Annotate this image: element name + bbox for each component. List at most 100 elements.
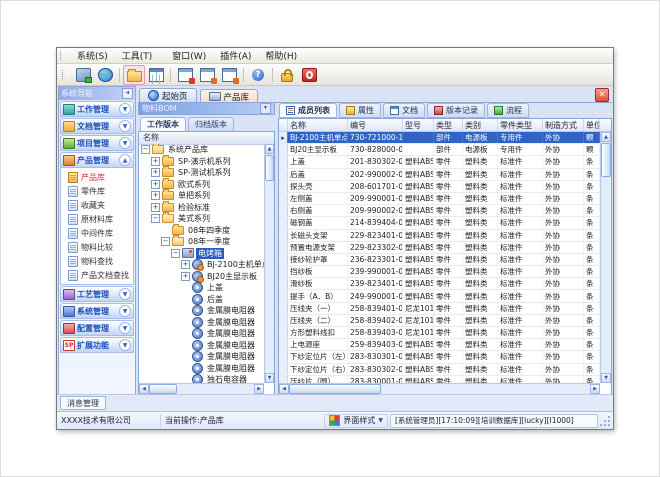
collapse-icon[interactable]: −: [171, 249, 180, 258]
sidebar-item-6[interactable]: 物料查找: [61, 254, 133, 268]
table-row[interactable]: 下纱定位片（左）283-830301-00I塑料ABS零件塑料类标准件外协条: [279, 351, 600, 363]
tree-node-1[interactable]: +SP-演示机系列: [139, 156, 264, 168]
column-header-7[interactable]: 单位: [584, 119, 600, 131]
expand-icon[interactable]: +: [181, 272, 190, 281]
toolbar-button-computer-icon[interactable]: [72, 65, 94, 85]
table-row[interactable]: BJ20主显示板730-828000-04I部件电源板专用件外协颗: [279, 144, 600, 156]
member-tab-4[interactable]: 流程: [487, 103, 529, 118]
toolbar-button-win-close-icon[interactable]: [174, 65, 196, 85]
sidebar-item-0[interactable]: 产品库: [61, 170, 133, 184]
tree-node-16[interactable]: 金属膜电阻器: [139, 328, 264, 340]
toolbar-button-win-tile-icon[interactable]: [218, 65, 240, 85]
sidebar-item-3[interactable]: 原材料库: [61, 212, 133, 226]
expand-icon[interactable]: +: [151, 168, 160, 177]
table-row[interactable]: 提手（A．B）249-990001-01I塑料ABS零件塑料类标准件外协条: [279, 290, 600, 302]
column-header-2[interactable]: 型号: [403, 119, 434, 131]
close-tab-button[interactable]: ✕: [595, 88, 609, 102]
table-row[interactable]: 压线夹（一）258-839401-00I尼龙1010零件塑料类标准件外协条: [279, 303, 600, 315]
chevron-down-icon[interactable]: ▼: [119, 103, 131, 115]
sidebar-section-header-0[interactable]: 工作管理▼: [60, 101, 134, 117]
tree-node-13[interactable]: 后盖: [139, 294, 264, 306]
toolbar-button-power-icon[interactable]: [298, 65, 320, 85]
table-row[interactable]: 压线夹（二）258-839402-00I尼龙1010零件塑料类标准件外协条: [279, 315, 600, 327]
collapse-icon[interactable]: −: [151, 214, 160, 223]
tree-node-14[interactable]: 金属膜电阻器: [139, 305, 264, 317]
bom-panel-options-icon[interactable]: ▾: [260, 103, 271, 114]
table-horizontal-scrollbar[interactable]: ◀ ▶: [279, 383, 600, 394]
tree-node-8[interactable]: −08年一季度: [139, 236, 264, 248]
expand-icon[interactable]: +: [151, 157, 160, 166]
tree-vertical-scrollbar[interactable]: ▲ ▼: [264, 144, 274, 383]
collapse-icon[interactable]: −: [161, 237, 170, 246]
scroll-left-icon[interactable]: ◀: [139, 384, 149, 394]
table-row[interactable]: 上盖201-830302-00I塑料ABS零件塑料类标准件外协条: [279, 156, 600, 168]
table-row[interactable]: 探头壳208-601701-01I塑料ABS零件塑料类标准件外协条: [279, 181, 600, 193]
sidebar-section-header-4[interactable]: 工艺管理▼: [60, 286, 134, 302]
chevron-down-icon[interactable]: ▼: [119, 288, 131, 300]
message-tab[interactable]: 消息管理: [60, 396, 106, 410]
sidebar-item-2[interactable]: 收藏夹: [61, 198, 133, 212]
chevron-up-icon[interactable]: ▲: [119, 154, 131, 166]
column-header-5[interactable]: 零件类型: [498, 119, 543, 131]
member-tab-3[interactable]: 版本记录: [427, 103, 485, 118]
tree-node-2[interactable]: +SP-测试机系列: [139, 167, 264, 179]
scroll-right-icon[interactable]: ▶: [590, 384, 600, 394]
member-tab-0[interactable]: 成员列表: [279, 103, 337, 118]
chevron-down-icon[interactable]: ▼: [119, 120, 131, 132]
table-row[interactable]: 方形塑料线扣258-839403-00I尼龙1010零件塑料类标准件外协条: [279, 327, 600, 339]
table-row[interactable]: 滑纱板239-823401-00I塑料ABS零件塑料类标准件外协条: [279, 278, 600, 290]
sidebar-section-header-1[interactable]: 文档管理▼: [60, 118, 134, 134]
version-tab-0[interactable]: 工作版本: [140, 117, 186, 131]
tree-node-10[interactable]: +BJ-2100主机单点: [139, 259, 264, 271]
collapse-icon[interactable]: −: [141, 145, 150, 154]
expand-icon[interactable]: +: [181, 260, 190, 269]
menu-item-0[interactable]: 系统(S): [70, 51, 115, 63]
tree-node-18[interactable]: 金属膜电阻器: [139, 351, 264, 363]
sidebar-item-1[interactable]: 零件库: [61, 184, 133, 198]
table-row[interactable]: 压纱片（圆）283-830001-00I塑料ABS零件塑料类标准件外协条: [279, 376, 600, 383]
expand-icon[interactable]: +: [151, 203, 160, 212]
chevron-down-icon[interactable]: ▼: [119, 322, 131, 334]
tree-node-3[interactable]: +欧式系列: [139, 179, 264, 191]
sidebar-pin-icon[interactable]: ◂: [122, 88, 133, 99]
column-header-1[interactable]: 编号: [348, 119, 403, 131]
tree-node-9[interactable]: −电烤箱: [139, 248, 264, 260]
sidebar-item-4[interactable]: 中间件库: [61, 226, 133, 240]
column-header-4[interactable]: 类别: [463, 119, 498, 131]
chevron-down-icon[interactable]: ▼: [119, 305, 131, 317]
column-header-3[interactable]: 类型: [434, 119, 463, 131]
chevron-down-icon[interactable]: ▼: [119, 137, 131, 149]
table-vertical-scrollbar[interactable]: ▲ ▼: [600, 132, 611, 383]
menu-item-4[interactable]: 插件(A): [213, 51, 258, 63]
scroll-right-icon[interactable]: ▶: [254, 384, 264, 394]
table-row[interactable]: 接纱轮护罩236-823301-00I塑料ABS零件塑料类标准件外协条: [279, 254, 600, 266]
tree-node-15[interactable]: 金属膜电阻器: [139, 317, 264, 329]
resize-grip[interactable]: [601, 415, 611, 427]
tree-node-4[interactable]: +单把系列: [139, 190, 264, 202]
tree-node-19[interactable]: 金属膜电阻器: [139, 363, 264, 375]
tree-node-20[interactable]: 独石电容器: [139, 374, 264, 383]
expand-icon[interactable]: +: [151, 191, 160, 200]
tree-node-5[interactable]: +检验标准: [139, 202, 264, 214]
tree-node-0[interactable]: −系统产品库: [139, 144, 264, 156]
expand-icon[interactable]: +: [151, 180, 160, 189]
member-tab-2[interactable]: 文档: [383, 103, 425, 118]
chevron-down-icon[interactable]: ▼: [119, 339, 131, 351]
sidebar-section-header-5[interactable]: 系统管理▼: [60, 303, 134, 319]
tree-horizontal-scrollbar[interactable]: ◀ ▶: [139, 383, 264, 394]
menu-item-1[interactable]: 工具(T): [115, 51, 160, 63]
toolbar-button-grid-window-icon[interactable]: [145, 65, 167, 85]
table-row[interactable]: 长磁头支架229-823401-00I塑料ABS零件塑料类标准件外协条: [279, 230, 600, 242]
table-row[interactable]: 左侧盖209-990001-01I塑料ABS零件塑料类标准件外协条: [279, 193, 600, 205]
tree-node-7[interactable]: 08年四季度: [139, 225, 264, 237]
table-row[interactable]: 上电源座259-839403-00I塑料ABS零件塑料类标准件外协条: [279, 339, 600, 351]
scroll-thumb[interactable]: [289, 384, 381, 394]
scroll-down-icon[interactable]: ▼: [601, 373, 611, 383]
ui-style-selector[interactable]: 界面样式 ▼: [324, 414, 388, 428]
tree-node-11[interactable]: +BJ20主显示板: [139, 271, 264, 283]
toolbar-button-win-cascade-icon[interactable]: [196, 65, 218, 85]
toolbar-grip[interactable]: [62, 70, 69, 79]
column-header-0[interactable]: 名称: [288, 119, 348, 131]
tree-node-17[interactable]: 金属膜电阻器: [139, 340, 264, 352]
scroll-thumb[interactable]: [601, 143, 611, 177]
